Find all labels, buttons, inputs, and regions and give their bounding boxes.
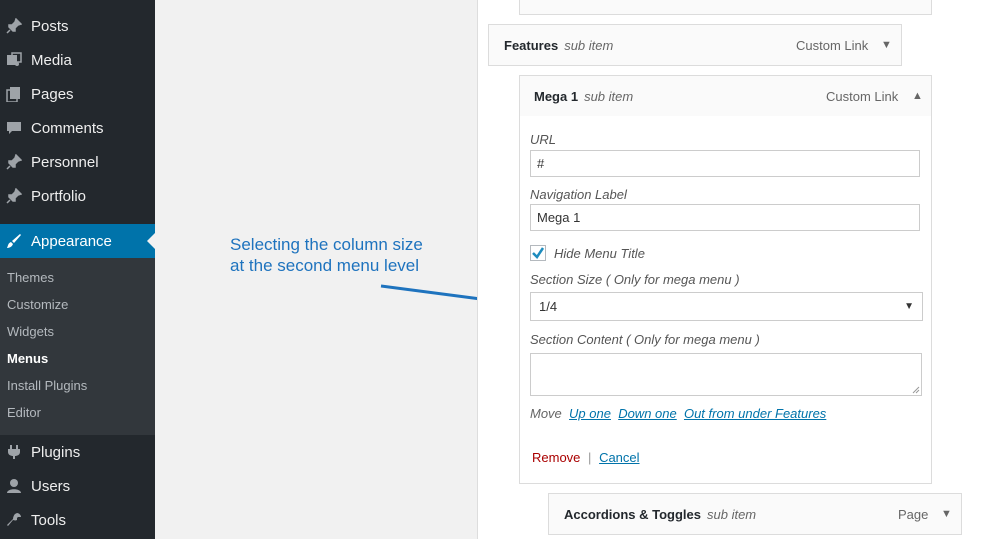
move-row: Move Up one Down one Out from under Feat…: [530, 406, 826, 421]
sidebar-item-comments[interactable]: Comments: [0, 111, 155, 145]
sidebar-item-media[interactable]: Media: [0, 43, 155, 77]
move-label: Move: [530, 406, 562, 421]
pin-icon: [5, 153, 23, 171]
section-content-textarea[interactable]: [530, 353, 922, 396]
submenu-item-editor[interactable]: Editor: [7, 405, 41, 420]
sidebar-item-plugins[interactable]: Plugins: [0, 435, 155, 469]
cancel-link[interactable]: Cancel: [599, 450, 639, 465]
plugin-icon: [5, 443, 23, 461]
sidebar-item-label: Personnel: [31, 153, 99, 171]
remove-link[interactable]: Remove: [532, 450, 580, 465]
move-down-link[interactable]: Down one: [618, 406, 677, 421]
sidebar-item-label: Pages: [31, 85, 74, 103]
nav-label-input[interactable]: Mega 1: [530, 204, 920, 231]
appearance-submenu: Themes Customize Widgets Menus Install P…: [0, 258, 155, 435]
url-input[interactable]: #: [530, 150, 920, 177]
menu-item-accordions[interactable]: Accordions & Toggles sub item Page ▼: [548, 493, 962, 535]
sidebar-item-appearance[interactable]: Appearance: [0, 224, 155, 258]
section-content-label: Section Content ( Only for mega menu ): [530, 332, 760, 347]
submenu-item-widgets[interactable]: Widgets: [7, 324, 54, 339]
menu-item-handle[interactable]: Accordions & Toggles sub item Page ▼: [549, 494, 961, 534]
dropdown-arrow-icon: ▼: [904, 301, 914, 312]
menu-item-type: Page: [898, 506, 929, 522]
expand-arrow-icon[interactable]: ▼: [881, 39, 892, 51]
pages-icon: [5, 85, 23, 103]
menu-item-partial: [519, 0, 932, 15]
sidebar-item-pages[interactable]: Pages: [0, 77, 155, 111]
submenu-item-customize[interactable]: Customize: [7, 297, 68, 312]
wrench-icon: [5, 511, 23, 529]
sidebar-item-label: Plugins: [31, 443, 81, 461]
menu-item-title: Features: [504, 37, 559, 53]
section-size-label: Section Size ( Only for mega menu ): [530, 272, 740, 287]
menu-item-title: Accordions & Toggles: [564, 506, 701, 522]
pin-icon: [5, 17, 23, 35]
expand-arrow-icon[interactable]: ▼: [941, 508, 952, 520]
menu-item-type: Custom Link: [826, 88, 899, 104]
annotation-line: at the second menu level: [230, 256, 420, 275]
menu-item-title: Mega 1: [534, 88, 579, 104]
annotation-text: Selecting the column size at the second …: [230, 234, 423, 276]
sidebar-item-users[interactable]: Users: [0, 469, 155, 503]
sidebar-item-label: Tools: [31, 511, 67, 529]
brush-icon: [5, 232, 23, 250]
comment-icon: [5, 119, 23, 137]
sidebar-item-label: Portfolio: [31, 187, 87, 205]
hide-title-checkbox[interactable]: [530, 245, 546, 261]
sidebar-item-label: Comments: [31, 119, 104, 137]
sidebar-item-posts[interactable]: Posts: [0, 9, 155, 43]
section-size-select[interactable]: 1/4 ▼: [530, 292, 923, 321]
menu-item-type: Custom Link: [796, 37, 869, 53]
action-separator: |: [588, 450, 592, 465]
sidebar-item-portfolio[interactable]: Portfolio: [0, 179, 155, 213]
collapse-arrow-icon[interactable]: ▲: [912, 90, 923, 102]
active-indicator: [147, 233, 155, 249]
submenu-item-themes[interactable]: Themes: [7, 270, 54, 285]
admin-sidebar: Posts Media Pages Comments Personnel Por…: [0, 0, 155, 539]
pin-icon: [5, 187, 23, 205]
submenu-item-install-plugins[interactable]: Install Plugins: [7, 378, 87, 393]
menu-item-handle[interactable]: Mega 1 sub item Custom Link ▲: [520, 76, 931, 116]
menu-item-settings: URL # Navigation Label Mega 1 Hide Menu …: [519, 116, 932, 484]
sidebar-item-tools[interactable]: Tools: [0, 503, 155, 537]
media-icon: [5, 51, 23, 69]
annotation-line: Selecting the column size: [230, 235, 423, 254]
sidebar-item-label: Posts: [31, 17, 69, 35]
actions-row: Remove | Cancel: [532, 450, 640, 465]
move-up-link[interactable]: Up one: [569, 406, 611, 421]
sidebar-item-label: Appearance: [31, 232, 112, 250]
section-size-value: 1/4: [539, 299, 558, 314]
url-label: URL: [530, 132, 557, 147]
user-icon: [5, 477, 23, 495]
submenu-item-menus[interactable]: Menus: [7, 351, 48, 366]
menu-item-features[interactable]: Features sub item Custom Link ▼: [488, 24, 902, 66]
menu-item-subtitle: sub item: [564, 37, 614, 53]
move-out-link[interactable]: Out from under Features: [684, 406, 826, 421]
menu-item-mega1[interactable]: Mega 1 sub item Custom Link ▲: [519, 75, 932, 117]
resize-handle-icon[interactable]: [912, 386, 920, 394]
hide-title-label: Hide Menu Title: [554, 246, 645, 261]
menu-item-handle[interactable]: Features sub item Custom Link ▼: [489, 25, 901, 65]
checkmark-icon: [532, 247, 545, 259]
nav-label-label: Navigation Label: [530, 187, 627, 202]
sidebar-item-personnel[interactable]: Personnel: [0, 145, 155, 179]
sidebar-item-label: Users: [31, 477, 71, 495]
menu-item-subtitle: sub item: [584, 88, 634, 104]
menu-item-subtitle: sub item: [707, 506, 757, 522]
sidebar-item-label: Media: [31, 51, 72, 69]
